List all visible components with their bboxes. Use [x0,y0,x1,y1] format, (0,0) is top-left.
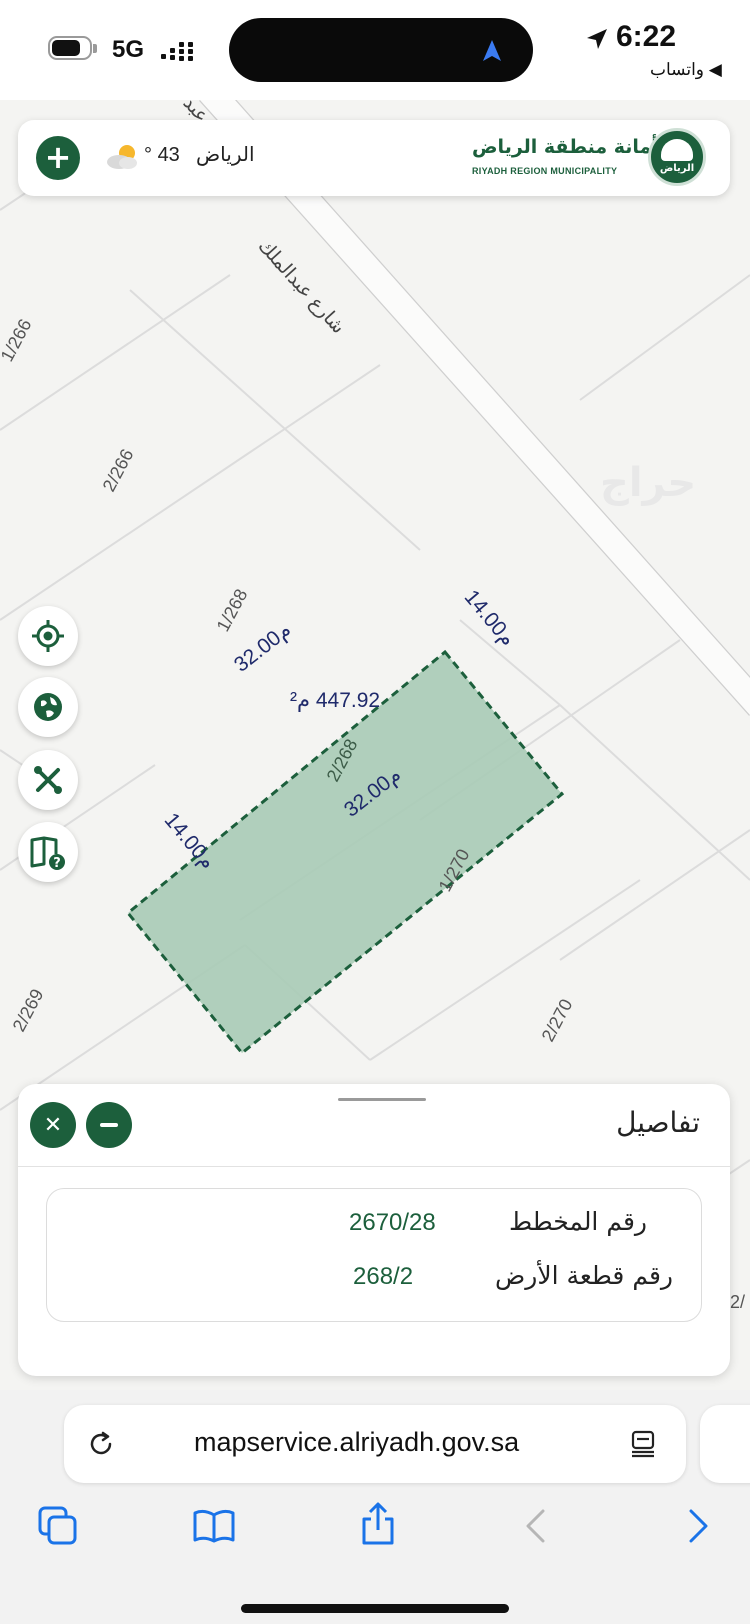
plan-number-value: 2670/28 [349,1209,436,1236]
home-indicator [241,1604,509,1613]
minimize-button[interactable] [86,1102,132,1148]
forward-icon[interactable] [688,1508,710,1544]
municipality-name-en: RIYADH REGION MUNICIPALITY [472,166,618,176]
weather-city: الرياض [196,142,255,166]
parcel-number-label: رقم قطعة الأرض [495,1261,673,1290]
network-type: 5G [112,36,145,63]
logo-badge-text: الرياض [659,163,695,174]
plus-icon: + [44,138,72,176]
edge-fragment: 2/ [730,1292,746,1312]
location-arrow-icon [587,29,607,49]
municipality-logo: الرياض [648,128,706,186]
help-book-icon: ? [30,836,65,871]
close-icon: ✕ [43,1112,63,1138]
drag-handle[interactable] [338,1098,426,1101]
back-to-app-link[interactable]: ◀ واتساب [650,60,722,80]
battery-icon [48,36,98,62]
reader-icon[interactable] [628,1429,658,1459]
details-title: تفاصيل [616,1106,700,1139]
weather-temperature: 43 ° [144,144,180,166]
add-button[interactable]: + [36,136,80,180]
basemap-globe-icon [34,693,62,721]
share-icon[interactable] [360,1502,396,1546]
address-bar[interactable]: mapservice.alriyadh.gov.sa [64,1405,686,1483]
help-button[interactable]: ? [18,822,78,882]
municipality-name-ar: أمانة منطقة الرياض [472,136,658,158]
details-panel: ✕ تفاصيل رقم المخطط 2670/28 رقم قطعة الأ… [18,1084,730,1376]
parcel-area: 447.92 م² [290,689,381,712]
parcel-number-value: 268/2 [353,1263,414,1290]
back-icon[interactable] [524,1508,546,1544]
details-divider [18,1166,730,1167]
url-text[interactable]: mapservice.alriyadh.gov.sa [194,1427,519,1458]
tools-icon [34,766,62,794]
details-table: رقم المخطط 2670/28 رقم قطعة الأرض 268/2 [46,1188,702,1322]
plan-number-label: رقم المخطط [508,1207,647,1236]
svg-text:?: ? [53,856,61,871]
partly-cloudy-icon [107,145,137,169]
watermark: حراج [600,460,697,506]
status-bar: 5G 6:22 ◀ واتساب [0,0,750,100]
close-button[interactable]: ✕ [30,1102,76,1148]
locate-icon [32,620,64,652]
clock: 6:22 [616,20,677,53]
minus-icon [100,1123,118,1127]
dynamic-island [229,18,533,82]
tools-button[interactable] [18,750,78,810]
locate-button[interactable] [18,606,78,666]
bookmarks-icon[interactable] [192,1508,236,1544]
map-header: + 43 ° الرياض أمانة منطقة الرياض RIYADH … [18,120,730,196]
basemap-button[interactable] [18,677,78,737]
next-tab-preview[interactable] [700,1405,750,1483]
signal-icon [161,42,193,61]
reload-icon[interactable] [86,1429,116,1459]
navigation-arrow-icon [483,40,501,61]
tabs-icon[interactable] [38,1506,78,1546]
